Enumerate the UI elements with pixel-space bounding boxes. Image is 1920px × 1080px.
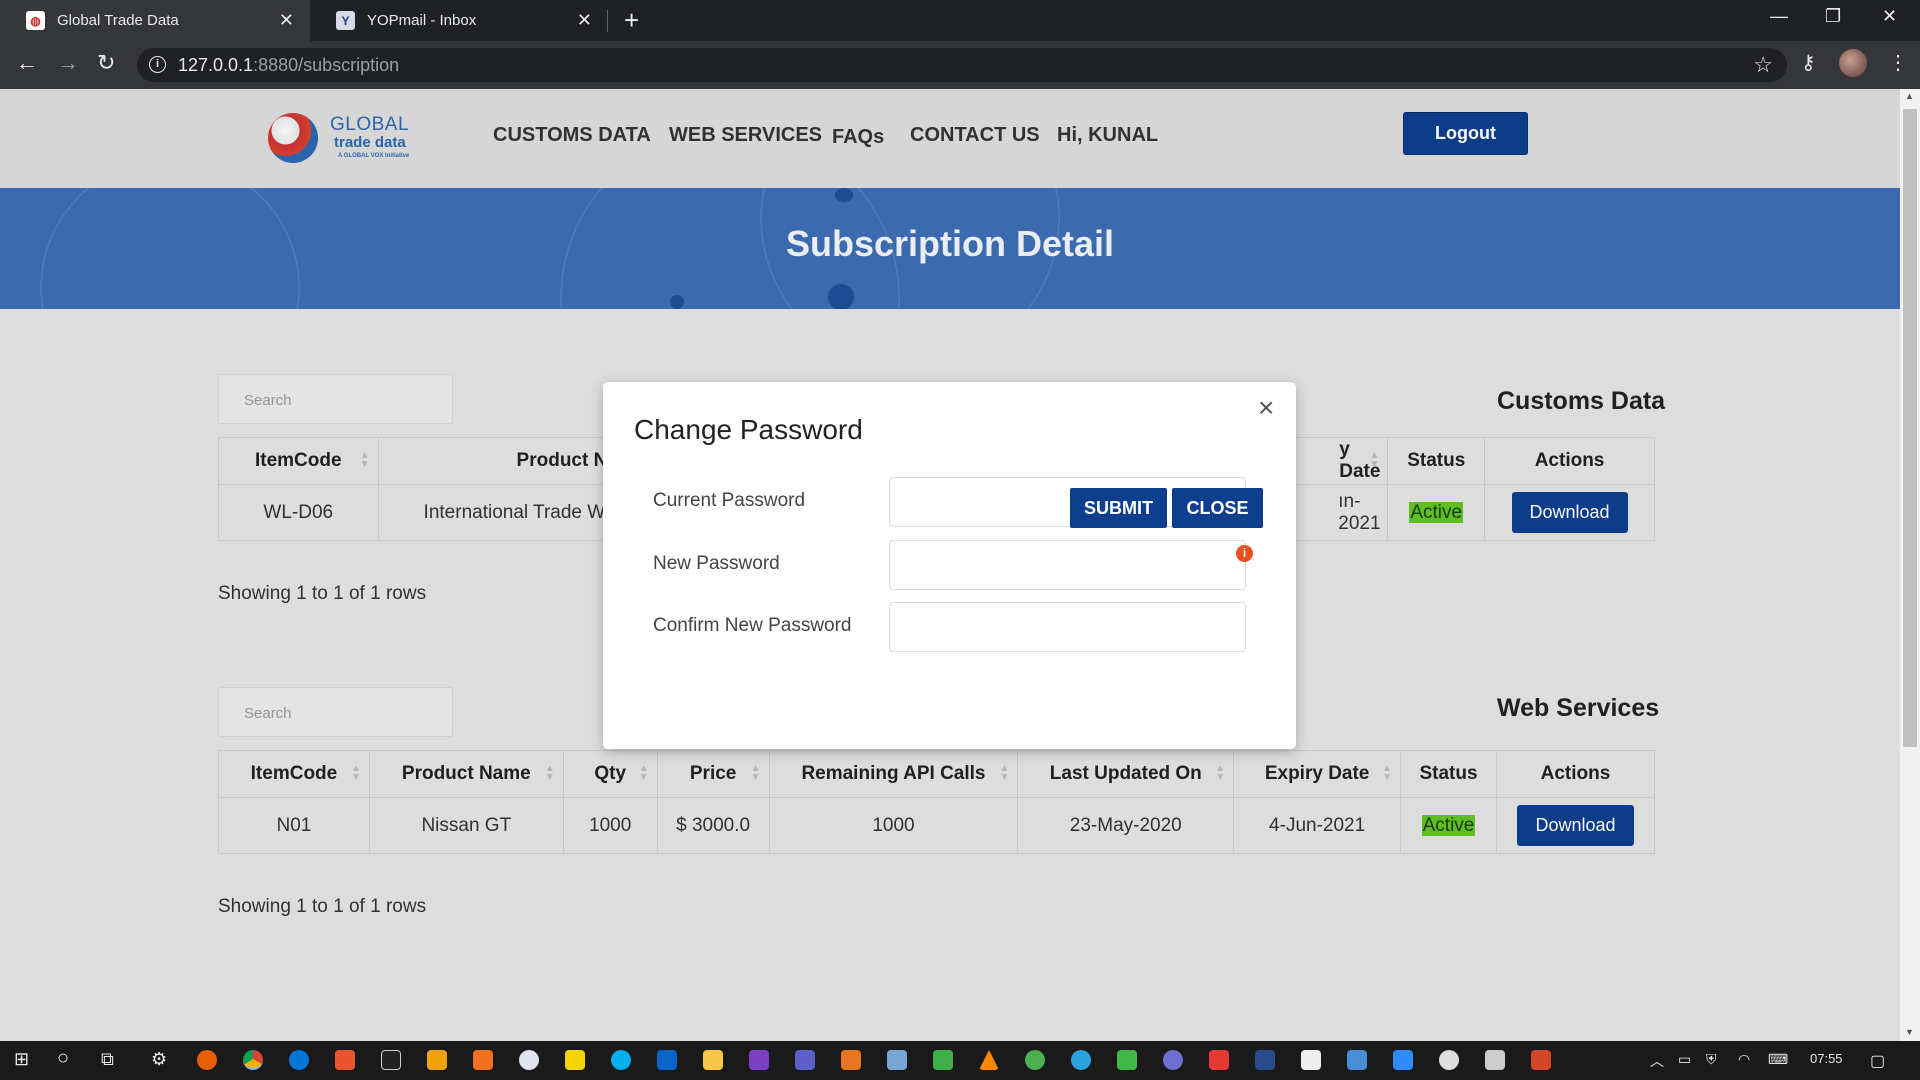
skype-icon[interactable]	[611, 1050, 631, 1070]
current-password-label: Current Password	[653, 490, 806, 511]
wifi-icon[interactable]: ◠	[1738, 1051, 1750, 1068]
scroll-down-icon[interactable]: ▼	[1905, 1027, 1914, 1037]
search-icon[interactable]: ○	[57, 1047, 69, 1070]
close-tab-icon[interactable]: ✕	[577, 10, 592, 31]
url-text[interactable]: 127.0.0.1:8880/subscription	[178, 55, 399, 76]
app-icon[interactable]	[1439, 1050, 1459, 1070]
tab-title: YOPmail - Inbox	[367, 12, 477, 29]
app-icon[interactable]	[841, 1050, 861, 1070]
change-password-modal: Change Password × Current Password New P…	[603, 382, 1296, 749]
clock-time[interactable]: 07:55	[1810, 1051, 1843, 1066]
browser-toolbar: ← → ↻ i 127.0.0.1:8880/subscription ☆ ⚷ …	[0, 41, 1920, 89]
minimize-icon[interactable]: —	[1770, 6, 1788, 27]
address-bar[interactable]: i 127.0.0.1:8880/subscription ☆	[137, 48, 1787, 82]
battery-icon[interactable]: ▭	[1678, 1051, 1691, 1068]
app-icon[interactable]	[1117, 1050, 1137, 1070]
terminal-icon[interactable]	[381, 1050, 401, 1070]
outlook-icon[interactable]	[657, 1050, 677, 1070]
confirm-password-field[interactable]	[889, 602, 1246, 652]
tab-title: Global Trade Data	[57, 12, 179, 29]
security-shield-icon[interactable]: ⛨	[1706, 1051, 1717, 1068]
app-icon[interactable]	[1485, 1050, 1505, 1070]
reload-icon[interactable]: ↻	[97, 50, 115, 76]
tab-separator	[607, 10, 608, 32]
bookmark-star-icon[interactable]: ☆	[1753, 52, 1773, 78]
app-icon[interactable]	[887, 1050, 907, 1070]
settings-gear-icon[interactable]: ⚙	[151, 1049, 167, 1070]
firefox-icon[interactable]	[197, 1050, 217, 1070]
browser-tab-bar: ◍ Global Trade Data ✕ Y YOPmail - Inbox …	[0, 0, 1920, 41]
powerpoint-icon[interactable]	[1531, 1050, 1551, 1070]
phpstorm-icon[interactable]	[749, 1050, 769, 1070]
web-page: GLOBAL trade data A GLOBAL VOX Initiativ…	[0, 89, 1900, 1041]
back-icon[interactable]: ←	[16, 50, 38, 76]
sticky-notes-icon[interactable]	[565, 1050, 585, 1070]
app-icon[interactable]	[519, 1050, 539, 1070]
windows-start-icon[interactable]: ⊞	[14, 1049, 29, 1070]
task-view-icon[interactable]: ⧉	[101, 1049, 114, 1070]
menu-kebab-icon[interactable]: ⋮	[1888, 50, 1908, 75]
key-icon[interactable]: ⚷	[1801, 50, 1816, 75]
windows-taskbar: ⊞ ○ ⧉ ⚙ ︿ ▭ ⛨ ◠ ⌨ 07:55 ▢	[0, 1041, 1920, 1080]
url-path: :8880/subscription	[253, 55, 400, 75]
vlc-icon[interactable]	[979, 1050, 999, 1070]
confirm-password-label: Confirm New Password	[653, 615, 852, 636]
window-close-icon[interactable]: ✕	[1882, 6, 1897, 27]
app-icon[interactable]	[1255, 1050, 1275, 1070]
url-host: 127.0.0.1	[178, 55, 254, 75]
new-password-label: New Password	[653, 553, 780, 574]
new-tab-icon[interactable]: +	[624, 5, 639, 36]
app-icon[interactable]	[1025, 1050, 1045, 1070]
scroll-up-icon[interactable]: ▲	[1905, 91, 1914, 101]
scrollbar-thumb[interactable]	[1903, 109, 1917, 747]
app-icon[interactable]	[1301, 1050, 1321, 1070]
submit-button[interactable]: SUBMIT	[1070, 488, 1167, 528]
tab-global-trade-data[interactable]: ◍ Global Trade Data ✕	[0, 0, 310, 41]
app-icon[interactable]	[1163, 1050, 1183, 1070]
site-info-icon[interactable]: i	[149, 56, 166, 73]
notifications-icon[interactable]: ▢	[1870, 1051, 1885, 1071]
profile-avatar[interactable]	[1839, 49, 1867, 77]
close-icon[interactable]: ×	[1258, 392, 1274, 424]
forward-icon[interactable]: →	[57, 50, 79, 76]
page-scrollbar[interactable]: ▲ ▼	[1900, 89, 1920, 1041]
close-tab-icon[interactable]: ✕	[279, 10, 294, 31]
chrome-icon[interactable]	[243, 1050, 263, 1070]
yopmail-favicon-icon: Y	[336, 11, 355, 30]
tray-chevron-icon[interactable]: ︿	[1650, 1051, 1664, 1071]
new-password-field[interactable]	[889, 540, 1246, 590]
site-favicon-icon: ◍	[26, 11, 45, 30]
file-explorer-icon[interactable]	[703, 1050, 723, 1070]
keyboard-icon[interactable]: ⌨	[1768, 1051, 1788, 1068]
validation-warning-icon: i	[1236, 545, 1253, 562]
tab-yopmail[interactable]: Y YOPmail - Inbox ✕	[310, 0, 608, 41]
app-icon[interactable]	[335, 1050, 355, 1070]
app-icon[interactable]	[1209, 1050, 1229, 1070]
xampp-icon[interactable]	[473, 1050, 493, 1070]
modal-title: Change Password	[634, 414, 863, 445]
edge-icon[interactable]	[289, 1050, 309, 1070]
app-icon[interactable]	[1347, 1050, 1367, 1070]
telegram-icon[interactable]	[1071, 1050, 1091, 1070]
sublime-icon[interactable]	[427, 1050, 447, 1070]
close-button[interactable]: CLOSE	[1172, 488, 1263, 528]
app-icon[interactable]	[933, 1050, 953, 1070]
teams-icon[interactable]	[795, 1050, 815, 1070]
zoom-icon[interactable]	[1393, 1050, 1413, 1070]
restore-icon[interactable]: ❐	[1825, 6, 1841, 27]
